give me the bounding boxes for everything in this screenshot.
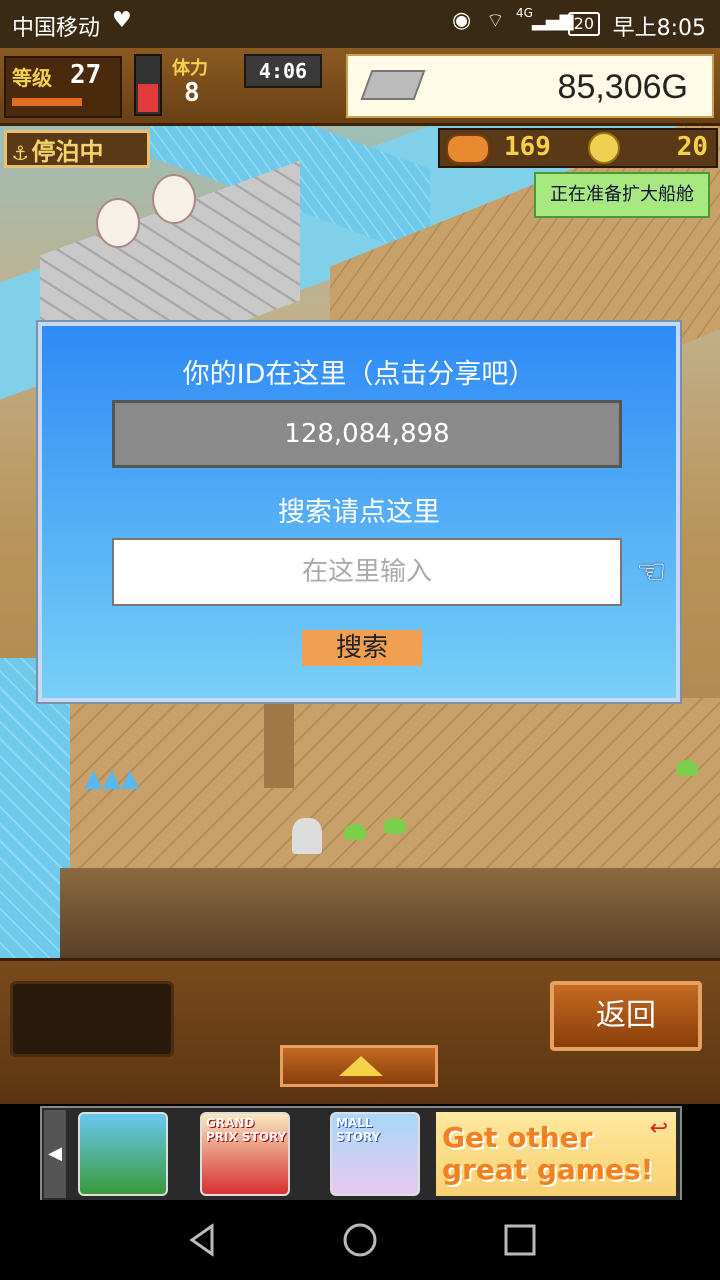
resource-panel: 169 20	[438, 128, 718, 168]
crew-character[interactable]	[292, 818, 322, 854]
ad-game-icon[interactable]: GRAND PRIX STORY	[200, 1112, 290, 1196]
nav-back-icon[interactable]	[184, 1222, 220, 1258]
search-button[interactable]: 搜索	[302, 630, 422, 666]
hand-pointer-icon: ☜	[636, 552, 667, 592]
clock: 早上8:05	[612, 16, 706, 41]
silver-bar-icon	[360, 70, 426, 100]
anchor-icon: ⚓	[13, 138, 28, 166]
stamina-gauge	[134, 54, 162, 116]
slime-monster[interactable]	[384, 818, 406, 834]
battery-indicator: 20	[567, 12, 600, 36]
wifi-icon: ⌔	[486, 8, 505, 32]
search-input[interactable]: 在这里输入	[112, 538, 622, 606]
moored-label: 停泊中	[31, 138, 104, 166]
ad-game-icon[interactable]	[78, 1112, 168, 1196]
blue-slimes[interactable]: ▲▲▲	[84, 764, 144, 800]
level-value: 27	[70, 60, 102, 90]
return-arrow-icon: ↩	[649, 1116, 668, 1141]
empty-slot	[10, 981, 174, 1057]
gold-panel[interactable]: 85,306G	[346, 54, 714, 118]
expand-menu-button[interactable]	[280, 1045, 438, 1087]
nav-home-icon[interactable]	[342, 1222, 378, 1258]
back-button[interactable]: 返回	[550, 981, 702, 1051]
ship-hull	[60, 868, 720, 958]
carrier-label: 中国移动	[12, 16, 101, 41]
ad-cta[interactable]: Get other great games! ↩	[436, 1112, 676, 1196]
stamina-panel: 体力 8	[170, 52, 240, 112]
eye-icon: ◉	[452, 8, 472, 33]
ad-cta-text: Get other great games!	[442, 1121, 654, 1186]
slime-monster[interactable]	[676, 760, 698, 776]
ad-prev-arrow[interactable]: ◀	[44, 1110, 66, 1198]
dialog-title[interactable]: 你的ID在这里（点击分享吧）	[42, 352, 676, 391]
level-progress-bar	[12, 98, 82, 106]
resource1-value: 169	[504, 132, 551, 162]
ad-game-title: GRAND PRIX STORY	[206, 1116, 287, 1144]
network-type: 4G	[516, 6, 533, 20]
ad-banner[interactable]: ◀ GRAND PRIX STORY MALL STORY Get other …	[40, 1106, 682, 1202]
cannon-icon	[446, 134, 490, 164]
search-hint: 搜索请点这里	[278, 497, 440, 528]
coin-icon	[588, 132, 620, 164]
gold-amount: 85,306G	[557, 68, 688, 106]
egg-item[interactable]	[96, 198, 140, 248]
heart-icon: ♥	[112, 8, 132, 33]
ship-deck	[70, 698, 720, 878]
level-label: 等级	[12, 66, 52, 90]
ad-bar: ◀ GRAND PRIX STORY MALL STORY Get other …	[0, 1104, 720, 1202]
up-arrow-icon	[339, 1056, 383, 1076]
nav-recent-icon[interactable]	[502, 1222, 538, 1258]
stamina-value: 8	[184, 78, 200, 108]
friend-search-dialog: 你的ID在这里（点击分享吧） 128,084,898 搜索请点这里 在这里输入 …	[36, 320, 682, 704]
status-bar: 中国移动 ♥ ◉ ⌔ 4G ▂▄▆ 20 早上8:05	[0, 0, 720, 48]
timer-display: 4:06	[244, 54, 322, 88]
moored-status[interactable]: ⚓ 停泊中	[4, 130, 150, 168]
stamina-label: 体力	[172, 58, 208, 79]
bottom-bar: 返回	[0, 958, 720, 1107]
slime-monster[interactable]	[344, 824, 366, 840]
player-id-box[interactable]: 128,084,898	[112, 400, 622, 468]
nav-bar	[0, 1200, 720, 1280]
resource2-value: 20	[676, 132, 708, 162]
top-hud: 等级 27 体力 8 4:06 85,306G	[0, 48, 720, 126]
egg-item[interactable]	[152, 174, 196, 224]
ship-mast	[264, 688, 294, 788]
ad-game-title: MALL STORY	[336, 1116, 381, 1144]
level-panel[interactable]: 等级 27	[4, 56, 122, 118]
ad-game-icon[interactable]: MALL STORY	[330, 1112, 420, 1196]
expand-notice[interactable]: 正在准备扩大船舱	[534, 172, 710, 218]
stamina-gauge-fill	[138, 84, 158, 112]
